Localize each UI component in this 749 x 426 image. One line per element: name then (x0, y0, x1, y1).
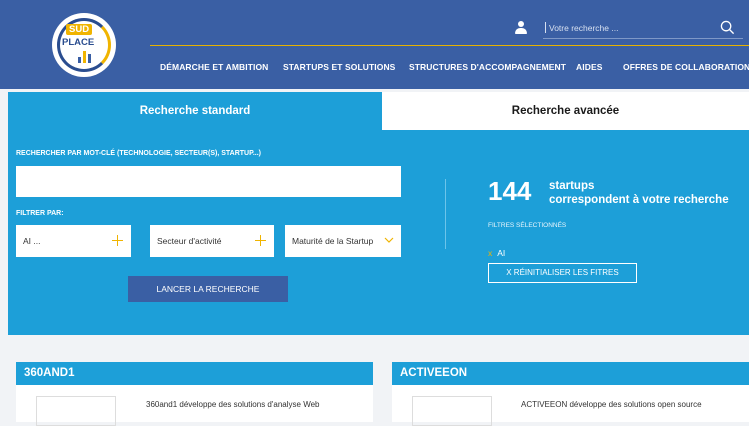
launch-search-button[interactable]: LANCER LA RECHERCHE (128, 276, 288, 302)
tab-standard-search[interactable]: Recherche standard (8, 92, 382, 130)
selected-filter-chip[interactable]: x AI (488, 248, 505, 258)
filter-select-maturity[interactable]: Maturité de la Startup (285, 225, 401, 257)
startup-card-logo (412, 396, 492, 426)
search-icon[interactable] (720, 20, 735, 35)
startup-card[interactable]: 360AND1 360and1 développe des solutions … (16, 362, 373, 426)
search-tabs: Recherche standard Recherche avancée (8, 92, 749, 130)
keyword-input[interactable] (16, 166, 401, 197)
main-nav: DÉMARCHE ET AMBITION STARTUPS ET SOLUTIO… (150, 46, 749, 89)
remove-filter-icon[interactable]: x (488, 248, 492, 258)
header-search (543, 17, 743, 39)
logo-text-bottom: PLACE (62, 37, 95, 48)
results-text: startups correspondent à votre recherche (549, 179, 729, 207)
nav-item-demarche[interactable]: DÉMARCHE ET AMBITION (160, 62, 268, 72)
startup-card[interactable]: ACTIVEEON ACTIVEEON développe des soluti… (392, 362, 749, 426)
startup-card-description: ACTIVEEON développe des solutions open s… (521, 400, 702, 409)
filter-select-maturity-value: Maturité de la Startup (292, 236, 374, 246)
chevron-down-icon (384, 237, 394, 243)
nav-item-startups[interactable]: STARTUPS ET SOLUTIONS (283, 62, 395, 72)
site-header: SUD PLACE DÉMARCHE ET AMBITION STARTUPS … (0, 0, 749, 89)
nav-item-offres[interactable]: OFFRES DE COLLABORATION (623, 62, 749, 72)
reset-filters-button[interactable]: X RÉINITIALISER LES FITRES (488, 263, 637, 283)
nav-item-aides[interactable]: AIDES (576, 62, 602, 72)
panel-divider (445, 179, 446, 249)
results-text-line2: correspondent à votre recherche (549, 194, 729, 206)
user-icon[interactable] (514, 21, 528, 35)
search-panel: RECHERCHER PAR MOT-CLÉ (TECHNOLOGIE, SEC… (8, 130, 749, 335)
startup-card-title[interactable]: ACTIVEEON (392, 362, 749, 385)
tab-advanced-search[interactable]: Recherche avancée (382, 92, 749, 130)
plus-icon (255, 235, 266, 246)
startup-card-logo (36, 396, 116, 426)
filter-select-ai[interactable]: AI ... (16, 225, 131, 257)
search-input[interactable] (543, 19, 713, 37)
keyword-label: RECHERCHER PAR MOT-CLÉ (TECHNOLOGIE, SEC… (16, 150, 262, 157)
plus-icon (112, 235, 123, 246)
filter-select-ai-value: AI ... (23, 236, 41, 246)
results-text-line1: startups (549, 180, 595, 192)
results-count: 144 (488, 176, 532, 206)
startup-card-title[interactable]: 360AND1 (16, 362, 373, 385)
sudplace-logo[interactable]: SUD PLACE (48, 11, 122, 79)
filter-select-sector-value: Secteur d'activité (157, 236, 222, 246)
selected-filters-label: FILTRES SÉLECTIONNÉS (488, 222, 567, 229)
startup-card-description: 360and1 développe des solutions d'analys… (146, 400, 320, 409)
logo-text-top: SUD (66, 24, 93, 35)
logo-bars-icon (78, 51, 92, 63)
selected-filter-value: AI (497, 248, 506, 258)
filter-select-sector[interactable]: Secteur d'activité (150, 225, 274, 257)
filter-label: FILTRER PAR: (16, 210, 64, 217)
nav-item-structures[interactable]: STRUCTURES D'ACCOMPAGNEMENT (409, 62, 566, 72)
